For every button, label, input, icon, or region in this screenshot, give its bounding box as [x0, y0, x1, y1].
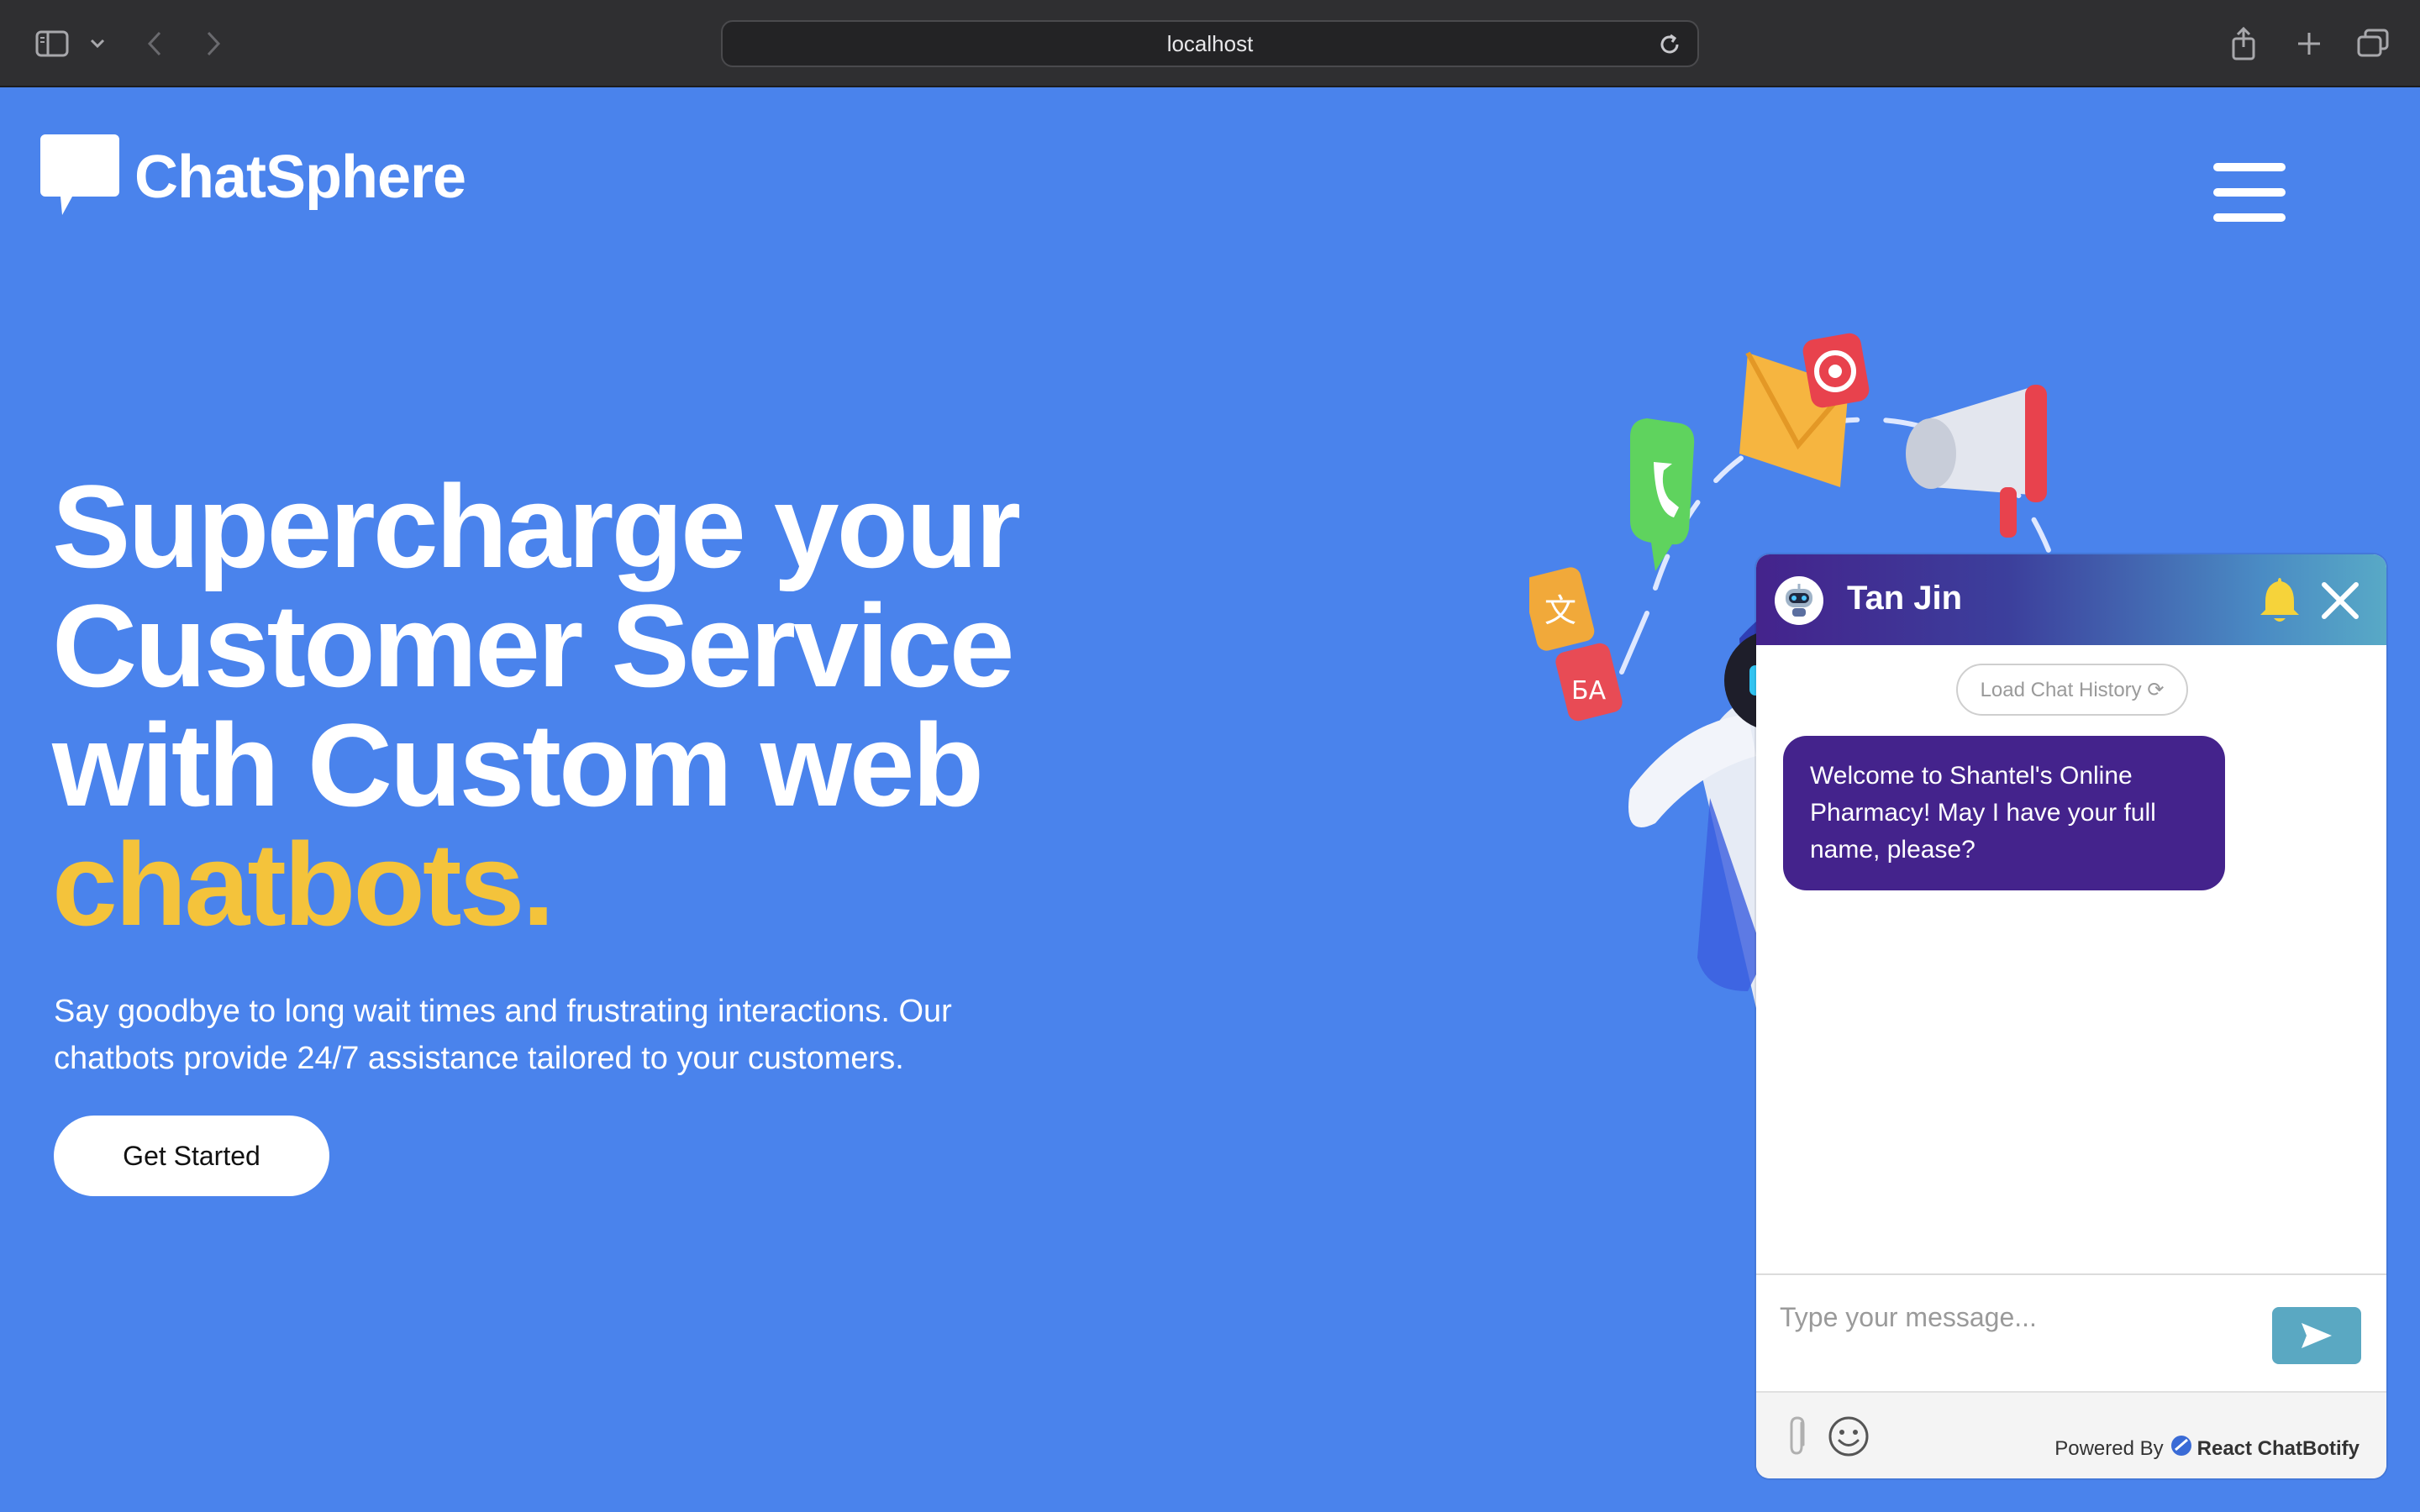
- load-chat-history-button[interactable]: Load Chat History ⟳: [1956, 664, 2188, 716]
- address-bar[interactable]: localhost: [721, 20, 1699, 67]
- chat-bubble-icon: [39, 133, 121, 221]
- site-logo[interactable]: ChatSphere: [39, 133, 466, 221]
- url-text: localhost: [1166, 30, 1254, 56]
- browser-toolbar: localhost: [0, 0, 2420, 87]
- hero-subtitle: Say goodbye to long wait times and frust…: [54, 994, 952, 1076]
- chatbotify-logo-icon: [2170, 1435, 2192, 1462]
- hero-title-accent: chatbots.: [52, 818, 555, 950]
- send-icon: [2302, 1323, 2332, 1348]
- powered-by-brand[interactable]: React ChatBotify: [2197, 1437, 2360, 1461]
- translate-icon: 文 БА: [1523, 567, 1623, 722]
- hamburger-icon[interactable]: [2213, 163, 2286, 225]
- chevron-down-icon[interactable]: [87, 25, 108, 62]
- sidebar-icon[interactable]: [34, 25, 71, 62]
- svg-text:文: 文: [1544, 592, 1576, 629]
- hero-title-line: with Custom web: [52, 699, 984, 831]
- hero-title: Supercharge your Customer Service with C…: [52, 467, 1144, 944]
- back-icon[interactable]: [143, 25, 166, 62]
- svg-text:БА: БА: [1571, 676, 1607, 706]
- powered-by: Powered By React ChatBotify: [2054, 1435, 2360, 1462]
- tab-overview-icon[interactable]: [2354, 25, 2391, 62]
- powered-by-label: Powered By: [2054, 1436, 2164, 1460]
- chat-input-area: [1756, 1273, 2386, 1391]
- phone-icon: [1630, 418, 1695, 571]
- megaphone-icon: [1906, 385, 2047, 538]
- get-started-button[interactable]: Get Started: [54, 1116, 329, 1196]
- reload-icon[interactable]: [1657, 32, 1682, 61]
- chat-header: Tan Jin: [1756, 554, 2386, 645]
- bell-icon[interactable]: [2255, 575, 2304, 629]
- chat-window: Tan Jin Load Chat History ⟳ Welcome to S…: [1756, 554, 2386, 1478]
- bot-message: Welcome to Shantel's Online Pharmacy! Ma…: [1783, 736, 2225, 890]
- hero-title-line: Customer Service: [52, 580, 1015, 711]
- hero-title-line: Supercharge your: [52, 460, 1021, 592]
- send-button[interactable]: [2272, 1307, 2361, 1364]
- close-icon[interactable]: [2319, 580, 2361, 626]
- attach-icon[interactable]: [1785, 1415, 1810, 1462]
- at-sign-icon: [1802, 333, 1870, 408]
- emoji-icon[interactable]: [1827, 1415, 1870, 1462]
- forward-icon[interactable]: [202, 25, 225, 62]
- chat-title: Tan Jin: [1847, 580, 1963, 617]
- message-input[interactable]: [1780, 1292, 2233, 1342]
- chat-footer: Powered By React ChatBotify: [1756, 1391, 2386, 1478]
- brand-name: ChatSphere: [134, 143, 466, 211]
- share-icon[interactable]: [2227, 25, 2260, 62]
- new-tab-icon[interactable]: [2292, 25, 2326, 62]
- bot-avatar: [1775, 576, 1823, 625]
